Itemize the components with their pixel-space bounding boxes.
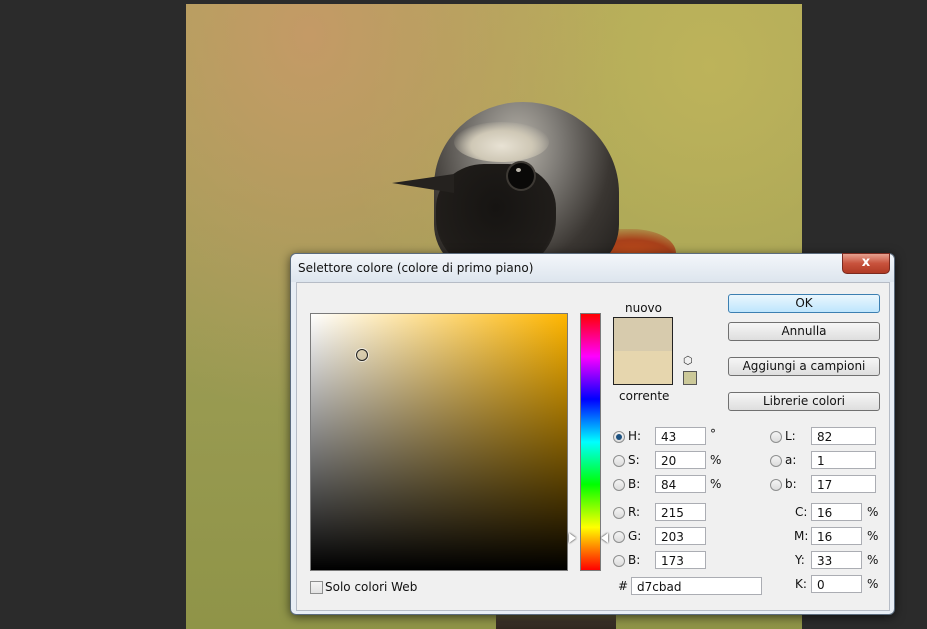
hue-label: H: — [628, 429, 642, 443]
lightness-field[interactable]: 82 — [811, 427, 876, 445]
yellow-field[interactable]: 33 — [811, 551, 862, 569]
bird-eye-shine — [516, 168, 521, 172]
dialog-client: nuovo corrente ⬡ OK Annulla Aggiungi a c… — [296, 282, 890, 611]
radio-hue[interactable] — [613, 431, 625, 443]
color-field[interactable] — [310, 313, 568, 571]
red-field[interactable]: 215 — [655, 503, 706, 521]
color-libraries-button[interactable]: Librerie colori — [728, 392, 880, 411]
hue-field[interactable]: 43 — [655, 427, 706, 445]
a-label: a: — [785, 453, 797, 467]
current-color-label: corrente — [619, 389, 670, 403]
b-lab-field[interactable]: 17 — [811, 475, 876, 493]
black-label: K: — [795, 577, 807, 591]
cancel-button[interactable]: Annulla — [728, 322, 880, 341]
color-swatch — [613, 317, 673, 385]
hue-slider[interactable] — [580, 313, 601, 571]
lightness-label: L: — [785, 429, 796, 443]
cyan-field[interactable]: 16 — [811, 503, 862, 521]
dialog-title: Selettore colore (colore di primo piano) — [298, 261, 534, 275]
green-label: G: — [628, 529, 642, 543]
radio-brightness[interactable] — [613, 479, 625, 491]
hue-slider-left-arrow-icon[interactable] — [569, 533, 576, 543]
dialog-titlebar[interactable]: Selettore colore (colore di primo piano)… — [291, 253, 894, 282]
saturation-unit: % — [710, 453, 722, 467]
brightness-unit: % — [710, 477, 722, 491]
radio-b-lab[interactable] — [770, 479, 782, 491]
close-button[interactable]: x — [842, 253, 890, 274]
hue-slider-right-arrow-icon[interactable] — [601, 533, 608, 543]
blue-field[interactable]: 173 — [655, 551, 706, 569]
cube-icon[interactable]: ⬡ — [683, 355, 695, 367]
web-colors-checkbox[interactable] — [310, 581, 323, 594]
magenta-unit: % — [867, 529, 879, 543]
current-color-swatch[interactable] — [614, 351, 672, 384]
radio-blue[interactable] — [613, 555, 625, 567]
color-picker-dialog: Selettore colore (colore di primo piano)… — [290, 253, 895, 615]
new-color-label: nuovo — [625, 301, 662, 315]
saturation-label: S: — [628, 453, 640, 467]
blue-label: B: — [628, 553, 641, 567]
websafe-color-swatch[interactable] — [683, 371, 697, 385]
bird-cap — [454, 122, 549, 162]
cyan-label: C: — [795, 505, 808, 519]
yellow-label: Y: — [795, 553, 805, 567]
yellow-unit: % — [867, 553, 879, 567]
hue-unit: ° — [710, 427, 716, 441]
hex-field[interactable]: d7cbad — [631, 577, 762, 595]
radio-a[interactable] — [770, 455, 782, 467]
bird-beak — [392, 174, 454, 193]
b-lab-label: b: — [785, 477, 797, 491]
radio-saturation[interactable] — [613, 455, 625, 467]
magenta-label: M: — [794, 529, 809, 543]
web-colors-label: Solo colori Web — [325, 580, 418, 594]
black-field[interactable]: 0 — [811, 575, 862, 593]
saturation-field[interactable]: 20 — [655, 451, 706, 469]
brightness-label: B: — [628, 477, 641, 491]
add-to-swatches-button[interactable]: Aggiungi a campioni — [728, 357, 880, 376]
brightness-field[interactable]: 84 — [655, 475, 706, 493]
radio-red[interactable] — [613, 507, 625, 519]
green-field[interactable]: 203 — [655, 527, 706, 545]
ok-button[interactable]: OK — [728, 294, 880, 313]
new-color-swatch — [614, 318, 672, 351]
magenta-field[interactable]: 16 — [811, 527, 862, 545]
radio-lightness[interactable] — [770, 431, 782, 443]
a-field[interactable]: 1 — [811, 451, 876, 469]
close-icon: x — [861, 255, 871, 270]
radio-green[interactable] — [613, 531, 625, 543]
black-unit: % — [867, 577, 879, 591]
color-field-marker[interactable] — [356, 349, 368, 361]
bird-eye — [508, 163, 534, 189]
cyan-unit: % — [867, 505, 879, 519]
red-label: R: — [628, 505, 641, 519]
hex-label: # — [618, 579, 629, 593]
